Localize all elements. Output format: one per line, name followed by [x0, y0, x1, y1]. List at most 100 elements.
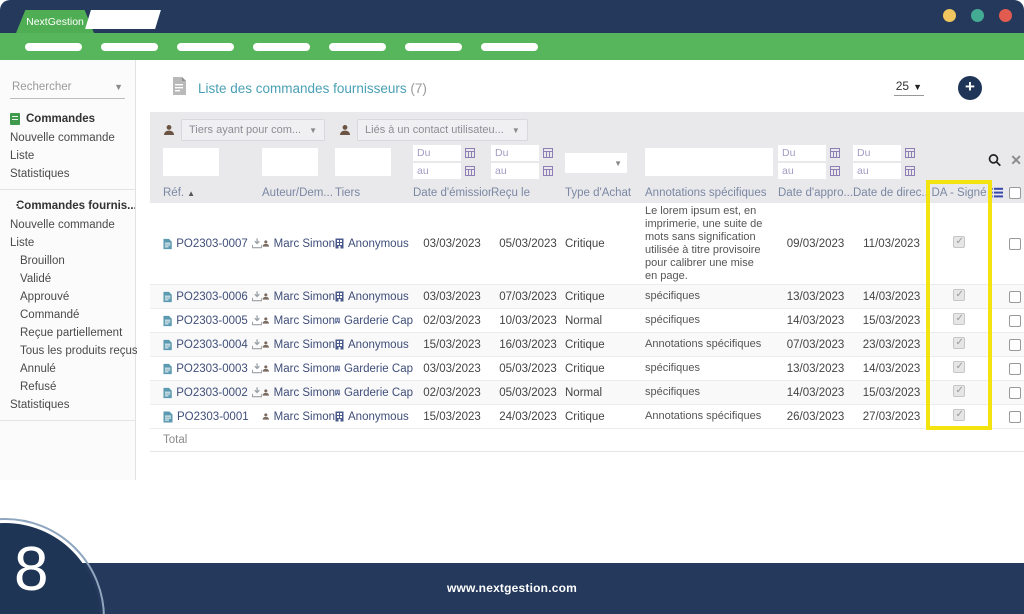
download-icon[interactable]	[251, 238, 262, 249]
sidebar-section-title[interactable]: Commandes	[0, 109, 135, 129]
filter-emission-from-input[interactable]	[413, 145, 461, 161]
sidebar-item[interactable]: Approuvé	[0, 288, 135, 306]
filter-type-achat-select[interactable]: ▼	[565, 153, 627, 173]
table-row[interactable]: PO2303-0005 Marc Simon Garderie Cap 02/0…	[150, 309, 1024, 333]
nav-item-redacted[interactable]	[329, 42, 386, 51]
sidebar-item[interactable]: Validé	[0, 270, 135, 288]
table-row[interactable]: PO2303-0003 Marc Simon Garderie Cap 03/0…	[150, 357, 1024, 381]
filter-recu-from-input[interactable]	[491, 145, 539, 161]
col-date-emission[interactable]: Date d'émission	[413, 187, 491, 199]
download-icon[interactable]	[251, 339, 262, 350]
order-ref-link[interactable]: PO2303-0003	[176, 363, 248, 375]
author-link[interactable]: Marc Simon	[274, 339, 335, 351]
row-select-checkbox[interactable]	[1009, 362, 1021, 375]
table-row[interactable]: PO2303-0001 Marc Simon Anonymous 15/03/2…	[150, 405, 1024, 429]
tiers-link[interactable]: Anonymous	[348, 411, 409, 423]
order-ref-link[interactable]: PO2303-0005	[176, 315, 248, 327]
table-row[interactable]: PO2303-0002 Marc Simon Garderie Cap 02/0…	[150, 381, 1024, 405]
col-da-signe[interactable]: DA - Signé	[930, 187, 988, 199]
author-link[interactable]: Marc Simon	[274, 291, 335, 303]
filter-tiers-input[interactable]	[335, 148, 391, 176]
filter-recu-to-input[interactable]	[491, 163, 539, 179]
sidebar-item[interactable]: Tous les produits reçus	[0, 342, 138, 360]
row-select-checkbox[interactable]	[1009, 386, 1021, 399]
row-select-checkbox[interactable]	[1009, 410, 1021, 423]
sidebar-section-title[interactable]: Commandes fournis...	[0, 196, 135, 216]
col-ref[interactable]: Réf. ▲	[163, 187, 262, 199]
author-link[interactable]: Marc Simon	[274, 363, 335, 375]
calendar-icon[interactable]	[830, 148, 840, 158]
order-ref-link[interactable]: PO2303-0002	[176, 387, 248, 399]
row-select-checkbox[interactable]	[1009, 314, 1021, 327]
calendar-icon[interactable]	[905, 148, 915, 158]
col-auteur[interactable]: Auteur/Dem...	[262, 187, 335, 199]
row-select-checkbox[interactable]	[1009, 290, 1021, 303]
sidebar-search-select[interactable]: Rechercher ▼	[10, 78, 125, 99]
col-annotations[interactable]: Annotations spécifiques	[645, 187, 778, 199]
calendar-icon[interactable]	[465, 148, 475, 158]
nav-item-redacted[interactable]	[405, 42, 462, 51]
tiers-link[interactable]: Anonymous	[348, 291, 409, 303]
sidebar-item[interactable]: Reçue partiellement	[0, 324, 135, 342]
column-list-icon[interactable]	[990, 187, 1003, 198]
order-ref-link[interactable]: PO2303-0001	[177, 411, 249, 423]
clear-filters-icon[interactable]: ✕	[1010, 153, 1022, 167]
row-select-checkbox[interactable]	[1009, 237, 1021, 250]
sidebar-item[interactable]: Nouvelle commande	[0, 216, 135, 234]
col-date-appro[interactable]: Date d'appro...	[778, 187, 853, 199]
nav-item-redacted[interactable]	[101, 42, 158, 51]
author-link[interactable]: Marc Simon	[274, 411, 335, 423]
select-all-checkbox[interactable]	[1009, 186, 1021, 199]
author-link[interactable]: Marc Simon	[274, 315, 335, 327]
calendar-icon[interactable]	[905, 166, 915, 176]
col-tiers[interactable]: Tiers	[335, 187, 413, 199]
filter-direc-to-input[interactable]	[853, 163, 901, 179]
brand-tab[interactable]: NextGestion	[16, 10, 94, 33]
filter-appro-to-input[interactable]	[778, 163, 826, 179]
nav-item-redacted[interactable]	[177, 42, 234, 51]
calendar-icon[interactable]	[543, 148, 553, 158]
nav-item-redacted[interactable]	[253, 42, 310, 51]
calendar-icon[interactable]	[465, 166, 475, 176]
row-select-checkbox[interactable]	[1009, 338, 1021, 351]
filter-emission-to-input[interactable]	[413, 163, 461, 179]
order-ref-link[interactable]: PO2303-0004	[176, 339, 248, 351]
calendar-icon[interactable]	[830, 166, 840, 176]
dot-yellow-icon[interactable]	[943, 9, 956, 22]
order-ref-link[interactable]: PO2303-0007	[176, 238, 248, 250]
download-icon[interactable]	[251, 387, 262, 398]
tiers-link[interactable]: Anonymous	[348, 339, 409, 351]
sidebar-item[interactable]: Liste	[0, 147, 135, 165]
order-ref-link[interactable]: PO2303-0006	[176, 291, 248, 303]
download-icon[interactable]	[251, 291, 262, 302]
col-type-achat[interactable]: Type d'Achat	[565, 187, 645, 199]
download-icon[interactable]	[251, 363, 262, 374]
sidebar-item[interactable]: Annulé	[0, 360, 135, 378]
sidebar-item[interactable]: Refusé	[0, 378, 135, 396]
blank-tab[interactable]	[85, 10, 161, 29]
author-link[interactable]: Marc Simon	[274, 238, 335, 250]
filter-author-input[interactable]	[262, 148, 318, 176]
search-icon[interactable]	[988, 153, 1001, 167]
nav-item-redacted[interactable]	[25, 42, 82, 51]
table-row[interactable]: PO2303-0006 Marc Simon Anonymous 03/03/2…	[150, 285, 1024, 309]
dot-red-icon[interactable]	[999, 9, 1012, 22]
sidebar-item[interactable]: Statistiques	[0, 396, 135, 414]
nav-item-redacted[interactable]	[481, 42, 538, 51]
table-row[interactable]: PO2303-0004 Marc Simon Anonymous 15/03/2…	[150, 333, 1024, 357]
dot-green-icon[interactable]	[971, 9, 984, 22]
col-date-direc[interactable]: Date de direc...	[853, 187, 930, 199]
sidebar-item[interactable]: Liste	[0, 234, 135, 252]
download-icon[interactable]	[251, 315, 262, 326]
filter-annotations-input[interactable]	[645, 148, 773, 176]
tiers-link[interactable]: Garderie Cap	[344, 363, 413, 375]
tiers-link[interactable]: Anonymous	[348, 238, 409, 250]
filter-direc-from-input[interactable]	[853, 145, 901, 161]
table-row[interactable]: PO2303-0007 Marc Simon Anonymous 03/03/2…	[150, 203, 1024, 285]
filter-appro-from-input[interactable]	[778, 145, 826, 161]
author-link[interactable]: Marc Simon	[274, 387, 335, 399]
sidebar-item[interactable]: Nouvelle commande	[0, 129, 135, 147]
filter-tiers-commercial-select[interactable]: Tiers ayant pour com... ▼	[181, 119, 326, 141]
filter-ref-input[interactable]	[163, 148, 219, 176]
sidebar-item[interactable]: Brouillon	[0, 252, 135, 270]
